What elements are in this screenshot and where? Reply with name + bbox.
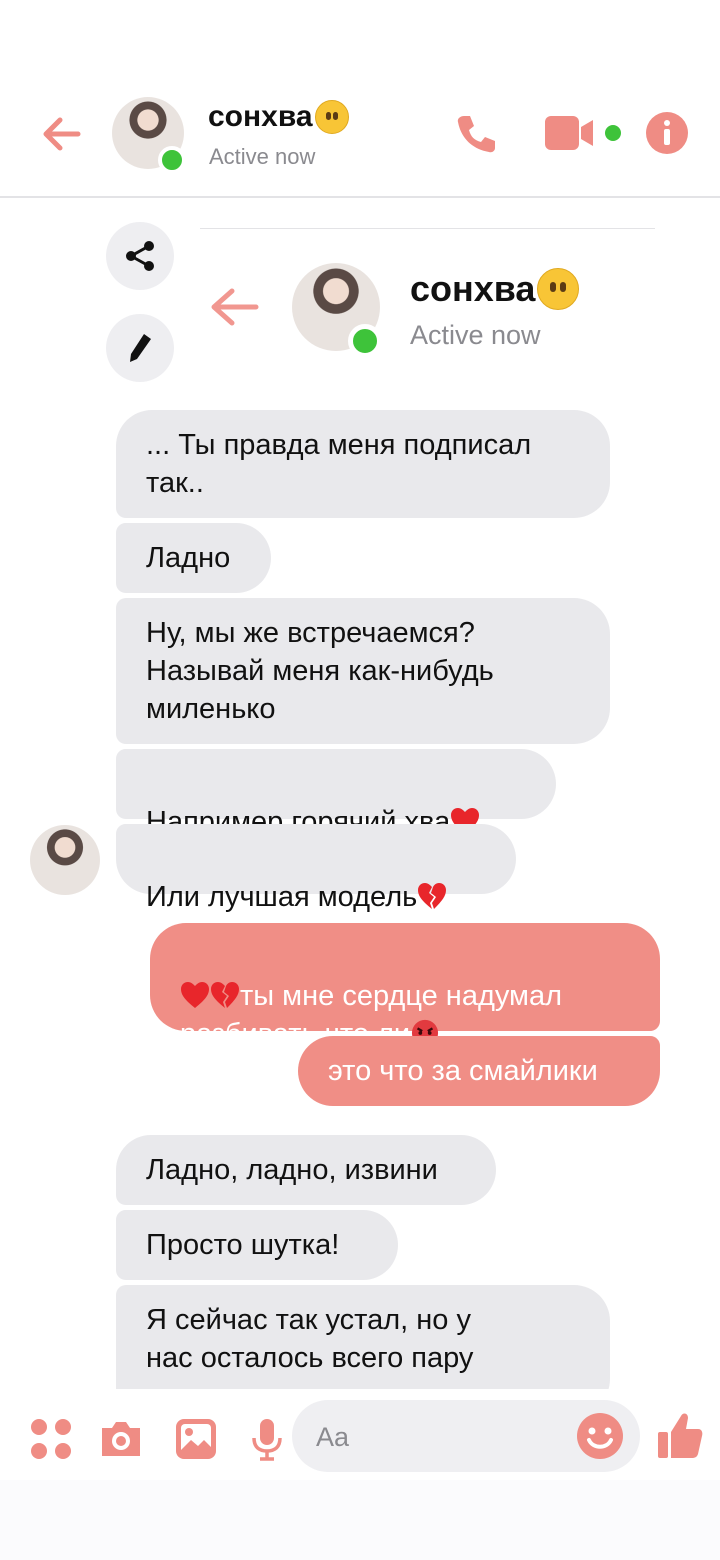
embedded-divider [200, 228, 655, 229]
message-input-placeholder: Aa [316, 1422, 350, 1452]
phone-call-icon[interactable] [452, 110, 500, 158]
image-gallery-icon[interactable] [173, 1416, 219, 1462]
message-incoming[interactable]: Ладно [116, 523, 271, 593]
contact-status: Active now [209, 144, 316, 169]
message-incoming[interactable]: Или лучшая модель [116, 824, 516, 913]
message-incoming[interactable]: Ну, мы же встречаемся? Называй меня как-… [116, 598, 610, 744]
sender-avatar[interactable] [30, 825, 100, 895]
thumbs-up-icon[interactable] [656, 1410, 704, 1460]
edit-button[interactable] [106, 314, 174, 382]
embedded-contact-name: сонхва [410, 268, 580, 310]
pencil-icon [130, 334, 151, 362]
back-arrow-icon[interactable] [38, 110, 86, 158]
microphone-icon[interactable] [244, 1416, 290, 1462]
info-icon[interactable] [645, 111, 689, 155]
embedded-neutral-face-emoji-icon [537, 268, 580, 310]
message-outgoing[interactable]: ты мне сердце надумал разбивать что ли [150, 923, 660, 1050]
broken-heart-emoji-icon [418, 883, 447, 909]
embedded-contact-name-text: сонхва [410, 268, 536, 309]
contact-name-text: сонхва [208, 100, 313, 133]
red-heart-emoji-icon [181, 982, 209, 1008]
video-call-icon[interactable] [544, 114, 604, 152]
message-incoming[interactable]: Просто шутка! [116, 1210, 398, 1280]
camera-icon[interactable] [98, 1416, 144, 1462]
message-outgoing[interactable]: это что за смайлики [298, 1036, 660, 1106]
share-icon [126, 241, 154, 271]
contact-name[interactable]: сонхва [208, 100, 349, 134]
message-incoming[interactable]: ... Ты правда меня подписал так.. [116, 410, 610, 518]
embedded-back-arrow-icon [211, 288, 259, 326]
share-button[interactable] [106, 222, 174, 290]
embedded-contact-status: Active now [410, 320, 541, 350]
embedded-online-indicator [348, 324, 382, 358]
apps-menu-icon[interactable] [28, 1416, 74, 1462]
broken-heart-emoji-icon [211, 982, 239, 1008]
bottom-safe-area [0, 1480, 720, 1560]
message-text: Или лучшая модель [146, 881, 418, 913]
messenger-screen: сонхва Active now сонхва Active now ... … [0, 0, 720, 1560]
message-incoming[interactable]: Например горячий хва [116, 749, 556, 838]
online-indicator [158, 146, 186, 174]
message-incoming[interactable]: Ладно, ладно, извини [116, 1135, 496, 1205]
chat-header: сонхва Active now [0, 0, 720, 198]
emoji-smile-icon[interactable] [576, 1412, 624, 1460]
neutral-face-emoji-icon [314, 100, 349, 134]
video-online-dot [605, 125, 621, 141]
